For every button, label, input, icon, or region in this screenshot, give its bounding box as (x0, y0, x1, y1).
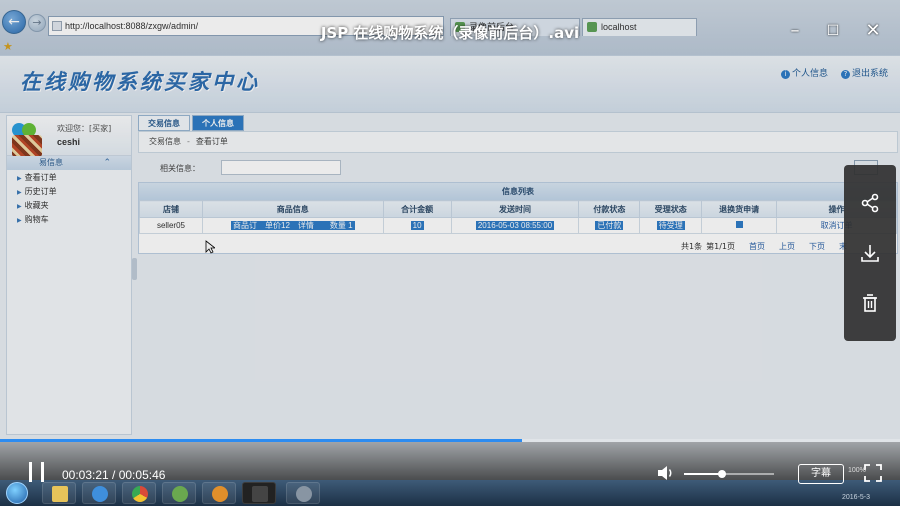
zoom-level: 100% (848, 467, 866, 474)
chevron-up-icon: ⌃ (103, 158, 111, 168)
avatar (12, 121, 42, 157)
column-header: 商品信息 (201, 200, 384, 218)
taskbar-ie[interactable] (82, 482, 116, 504)
column-header: 合计金额 (382, 200, 452, 218)
time-display: 00:03:21 / 00:05:46 (62, 468, 166, 482)
logout-link[interactable]: ? 退出系统 (841, 66, 888, 79)
minimize-icon[interactable]: – (784, 20, 806, 42)
volume-icon[interactable] (656, 464, 676, 482)
app-banner: 在线购物系统买家中心 i 个人信息 ? 退出系统 (0, 55, 900, 113)
username: ceshi (57, 137, 81, 147)
folder-icon (52, 486, 68, 502)
app-icon (212, 486, 228, 502)
tab-personal-info[interactable]: 个人信息 (192, 115, 244, 131)
video-frame: ← → http://localhost:8088/zxgw/admin/ 录像… (0, 0, 900, 506)
trash-icon (863, 294, 877, 312)
player-controls: 00:03:21 / 00:05:46 字幕 (0, 442, 900, 484)
volume-slider[interactable] (684, 470, 774, 478)
sidebar-item-favorites[interactable]: ▶ 收藏夹 (17, 200, 49, 212)
tray-date: 2016-5-3 (842, 494, 871, 501)
chrome-icon (132, 486, 148, 502)
user-box: 欢迎您：[买家] ceshi (7, 116, 131, 157)
fullscreen-icon[interactable] (864, 464, 882, 482)
profile-link[interactable]: i 个人信息 (781, 66, 828, 79)
list-title: 信息列表 (139, 183, 897, 200)
maximize-icon[interactable]: ☐ (822, 20, 844, 42)
accept-status-cell: 待受理 (639, 217, 703, 234)
search-row: 相关信息： (138, 157, 898, 179)
shop-cell: seller05 (139, 217, 203, 234)
pause-icon (29, 462, 32, 482)
subtitle-button[interactable]: 字幕 (798, 464, 844, 484)
triangle-right-icon: ▶ (17, 217, 22, 224)
pager-next[interactable]: 下页 (809, 242, 825, 251)
orders-table: 店铺 商品信息 合计金额 发送时间 付款状态 受理状态 退换货申请 操作 sel… (139, 200, 897, 234)
sidebar-item-history[interactable]: ▶ 历史订单 (17, 186, 57, 198)
taskbar-app-dark[interactable] (242, 482, 276, 504)
selected-square-icon (735, 221, 743, 228)
info-icon: i (781, 70, 790, 79)
triangle-right-icon: ▶ (17, 189, 22, 196)
help-icon: ? (841, 70, 850, 79)
column-header: 退换货申请 (701, 200, 778, 218)
app-title: 在线购物系统买家中心 (20, 69, 260, 94)
ie-icon (92, 486, 108, 502)
taskbar-chrome[interactable] (122, 482, 156, 504)
side-action-panel (844, 165, 896, 341)
pager-summary: 共1条 (681, 242, 703, 251)
table-row: seller05 商品订 单价12 详情 数量 1 10 2016-05-03 … (139, 217, 897, 234)
taskbar-app-green[interactable] (162, 482, 196, 504)
triangle-right-icon: ▶ (17, 203, 22, 210)
mouse-cursor-icon (205, 240, 215, 254)
delete-button[interactable] (844, 277, 896, 329)
breadcrumb-item[interactable]: 交易信息 (149, 137, 181, 146)
volume-knob[interactable] (717, 470, 726, 478)
order-list-panel: 信息列表 店铺 商品信息 合计金额 发送时间 付款状态 受理状态 退换货申请 操… (138, 182, 898, 254)
pagination: 共1条 第1/1页 首页 上页 下页末 (667, 241, 847, 252)
pause-button[interactable] (27, 462, 47, 484)
sidebar-item-cart[interactable]: ▶ 购物车 (17, 214, 49, 226)
download-icon (861, 245, 879, 262)
breadcrumb-separator: - (187, 137, 190, 146)
pager-first[interactable]: 首页 (749, 242, 765, 251)
app-icon (296, 486, 312, 502)
sidebar-collapse-handle[interactable] (132, 258, 137, 280)
column-header: 发送时间 (450, 200, 580, 218)
search-input[interactable] (221, 160, 341, 175)
breadcrumb: 交易信息 - 查看订单 (138, 131, 898, 153)
breadcrumb-item: 查看订单 (195, 137, 228, 146)
time-cell: 2016-05-03 08:55:00 (450, 217, 580, 234)
start-orb-icon[interactable] (6, 482, 28, 504)
share-button[interactable] (844, 177, 896, 229)
volume-level (684, 473, 722, 475)
windows-taskbar: 2016-5-3 (0, 480, 900, 506)
pager-page: 第1/1页 (706, 242, 735, 251)
triangle-right-icon: ▶ (17, 175, 22, 182)
search-label: 相关信息： (160, 164, 200, 173)
table-header-row: 店铺 商品信息 合计金额 发送时间 付款状态 受理状态 退换货申请 操作 (139, 200, 897, 218)
product-cell: 商品订 单价12 详情 数量 1 (201, 217, 384, 234)
app-icon (252, 486, 268, 502)
welcome-text: 欢迎您：[买家] (57, 124, 112, 133)
pager-prev[interactable]: 上页 (779, 242, 795, 251)
taskbar-app-orange[interactable] (202, 482, 236, 504)
taskbar-app-gray[interactable] (286, 482, 320, 504)
column-header: 受理状态 (639, 200, 703, 218)
sidebar: 欢迎您：[买家] ceshi 易信息 ⌃ ▶ 查看订单 ▶ 历史订单 ▶ 收藏夹 ▶ 购… (6, 115, 132, 435)
column-header: 店铺 (139, 200, 203, 218)
app-icon (172, 486, 188, 502)
video-title: JSP 在线购物系统（录像前后台）.avi (320, 24, 580, 42)
share-icon (861, 193, 879, 213)
menu-group-header[interactable]: 易信息 ⌃ (7, 156, 131, 170)
close-icon[interactable]: ✕ (862, 20, 884, 42)
sidebar-item-view-orders[interactable]: ▶ 查看订单 (17, 172, 57, 184)
column-header: 付款状态 (578, 200, 641, 218)
pay-status-cell: 已付款 (578, 217, 641, 234)
tab-trade-info[interactable]: 交易信息 (138, 115, 190, 131)
taskbar-explorer[interactable] (42, 482, 76, 504)
total-cell: 10 (382, 217, 452, 234)
download-button[interactable] (844, 227, 896, 279)
return-request-cell (701, 217, 778, 234)
